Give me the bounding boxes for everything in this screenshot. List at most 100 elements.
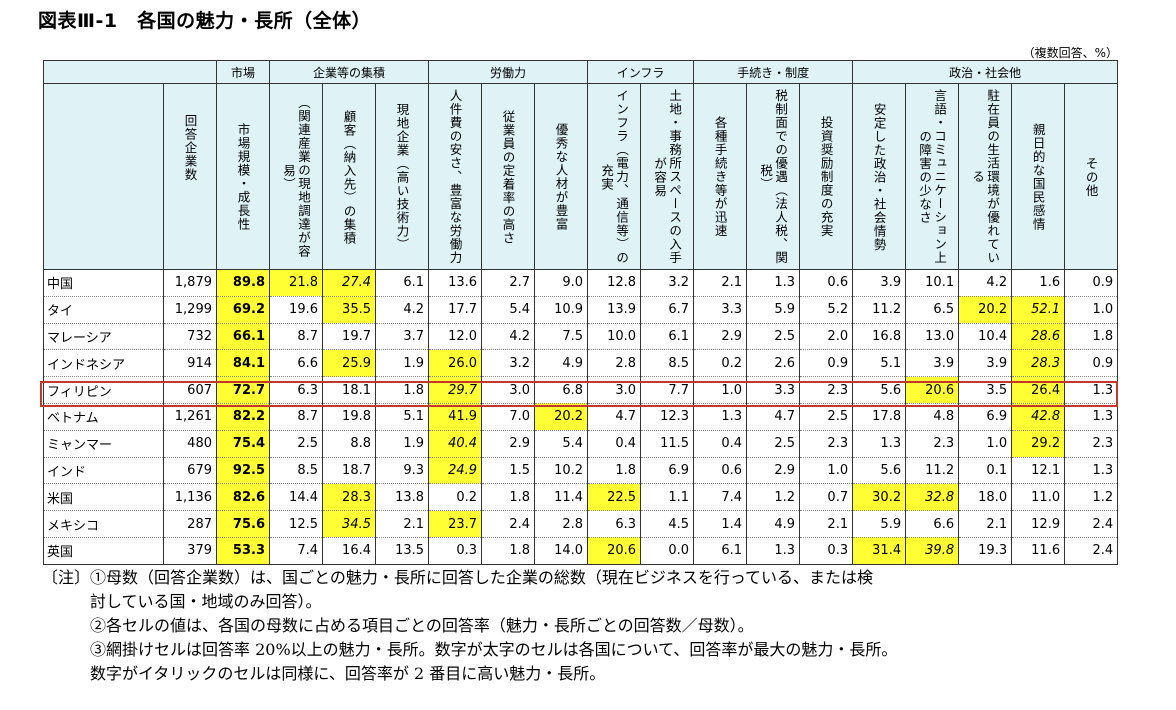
value-cell: 13.9: [587, 296, 642, 324]
column-header: 優秀な人材が豊富: [534, 83, 589, 270]
value-cell: 82.6: [216, 483, 270, 512]
column-header-label: 駐在員の生活環境が優れている: [970, 89, 1001, 265]
value-cell: 6.5: [905, 296, 960, 324]
value-cell: 39.8: [905, 537, 960, 565]
group-header-row: 市場 企業等の集積 労働力 インフラ 手続き・制度 政治・社会他: [43, 60, 1119, 84]
value-cell: 1.3: [1064, 457, 1119, 485]
column-header: 人件費の安さ、豊富な労働力: [428, 83, 483, 270]
country-cell: タイ: [43, 296, 164, 324]
column-header: （関連産業の現地調達が容易）: [269, 83, 323, 270]
value-cell: 0.9: [1064, 349, 1119, 378]
country-cell: メキシコ: [43, 510, 164, 538]
column-header: 税制面での優遇（法人税、関税）: [746, 83, 801, 270]
value-cell: 13.6: [428, 269, 483, 297]
value-cell: 0.4: [587, 430, 642, 458]
value-cell: 10.9: [534, 296, 589, 324]
value-cell: 18.0: [958, 483, 1013, 512]
value-cell: 13.0: [905, 323, 960, 351]
value-cell: 2.8: [587, 349, 642, 378]
value-cell: 4.9: [534, 349, 589, 378]
value-cell: 4.7: [746, 403, 801, 431]
value-cell: 12.1: [1011, 457, 1066, 485]
value-cell: 6.3: [587, 510, 642, 538]
value-cell: 11.4: [534, 483, 589, 512]
value-cell: 3.9: [852, 269, 907, 297]
value-cell: 69.2: [216, 296, 270, 324]
value-cell: 3.9: [958, 349, 1013, 378]
count-cell: 679: [163, 457, 217, 485]
value-cell: 1.6: [1011, 269, 1066, 297]
value-cell: 12.9: [1011, 510, 1066, 538]
column-header-row: 回答企業数 市場規模・成長性 （関連産業の現地調達が容易） 顧客（納入先）の集積 現地企…: [43, 83, 1119, 270]
group-header: 政治・社会他: [852, 60, 1119, 84]
value-cell: 20.2: [958, 296, 1013, 324]
value-cell: 20.6: [587, 537, 642, 565]
value-cell: 1.3: [746, 269, 801, 297]
value-cell: 4.2: [481, 323, 536, 351]
count-cell: 379: [163, 537, 217, 565]
value-cell: 32.8: [905, 483, 960, 512]
table-row: メキシコ 287 75.6 12.5 34.5 2.1 23.7 2.4 2.8 6.3 4.5 1.…: [43, 510, 1119, 538]
value-cell: 5.4: [534, 430, 589, 458]
value-cell: 6.9: [958, 403, 1013, 431]
value-cell: 1.4: [693, 510, 748, 538]
value-cell: 41.9: [428, 403, 483, 431]
value-cell: 2.9: [481, 430, 536, 458]
value-cell: 1.8: [587, 457, 642, 485]
column-header: 駐在員の生活環境が優れている: [958, 83, 1013, 270]
value-cell: 6.9: [640, 457, 695, 485]
value-cell: 1.3: [746, 537, 801, 565]
value-cell: 52.1: [1011, 296, 1066, 324]
country-cell: ベトナム: [43, 403, 164, 431]
country-cell: ミャンマー: [43, 430, 164, 458]
value-cell: 2.3: [905, 430, 960, 458]
column-header-label: 土地・事務所スペースの入手が容易: [652, 89, 683, 265]
value-cell: 84.1: [216, 349, 270, 378]
value-cell: 1.8: [481, 483, 536, 512]
value-cell: 5.1: [852, 349, 907, 378]
column-header: 安定した政治・社会情勢: [852, 83, 907, 270]
value-cell: 0.3: [428, 537, 483, 565]
value-cell: 2.3: [1064, 430, 1119, 458]
value-cell: 6.6: [905, 510, 960, 538]
column-header: 親日的な国民感情: [1011, 83, 1066, 270]
value-cell: 10.0: [587, 323, 642, 351]
value-cell: 0.7: [799, 483, 854, 512]
value-cell: 10.2: [534, 457, 589, 485]
column-header-label: 安定した政治・社会情勢: [871, 102, 887, 252]
value-cell: 2.8: [534, 510, 589, 538]
value-cell: 1.1: [640, 483, 695, 512]
value-cell: 30.2: [852, 483, 907, 512]
value-cell: 7.5: [534, 323, 589, 351]
value-cell: 5.9: [852, 510, 907, 538]
value-cell: 31.4: [852, 537, 907, 565]
value-cell: 4.2: [375, 296, 430, 324]
value-cell: 75.4: [216, 430, 270, 458]
value-cell: 66.1: [216, 323, 270, 351]
column-header: 顧客（納入先）の集積: [322, 83, 376, 270]
table-row: 中国 1,879 89.8 21.8 27.4 6.1 13.6 2.7 9.0 12.8 3.2 2…: [43, 269, 1119, 297]
column-header-label: 現地企業（高い技術力）: [394, 102, 410, 252]
value-cell: 2.1: [375, 510, 430, 538]
column-header-label: 優秀な人材が豊富: [553, 123, 569, 231]
value-cell: 6.1: [375, 269, 430, 297]
value-cell: 4.2: [958, 269, 1013, 297]
value-cell: 11.5: [640, 430, 695, 458]
value-cell: 3.9: [905, 349, 960, 378]
value-cell: 3.7: [375, 323, 430, 351]
value-cell: 13.5: [375, 537, 430, 565]
value-cell: 0.2: [428, 483, 483, 512]
count-cell: 1,261: [163, 403, 217, 431]
table-row: 英国 379 53.3 7.4 16.4 13.5 0.3 1.8 14.0 20.6 0.0 6.1…: [43, 537, 1119, 565]
value-cell: 4.9: [746, 510, 801, 538]
column-header-label: 投資奨励制度の充実: [818, 116, 834, 238]
value-cell: 19.3: [958, 537, 1013, 565]
corner-cell: [43, 60, 217, 84]
value-cell: 5.4: [481, 296, 536, 324]
value-cell: 4.8: [905, 403, 960, 431]
group-header: 企業等の集積: [268, 60, 430, 84]
column-header: インフラ（電力、通信等）の充実: [587, 83, 642, 270]
value-cell: 19.7: [322, 323, 376, 351]
value-cell: 14.4: [269, 483, 323, 512]
value-cell: 42.8: [1011, 403, 1066, 431]
